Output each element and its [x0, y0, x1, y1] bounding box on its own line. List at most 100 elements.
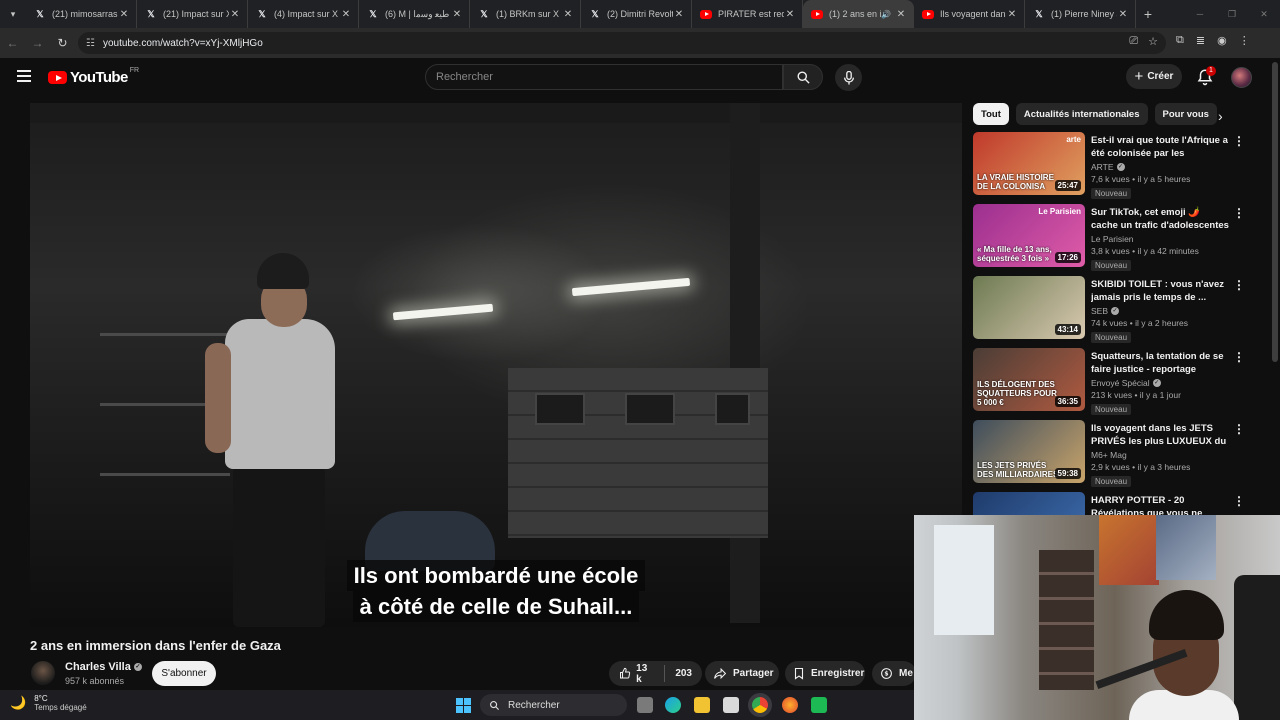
webcam-poster [1156, 515, 1216, 580]
task-view-icon[interactable] [637, 697, 653, 713]
weather-widget[interactable]: 🌙 8°C Temps dégagé [10, 694, 87, 712]
close-tab-icon[interactable]: ✕ [229, 9, 241, 20]
browser-tab[interactable]: 𝕏 (1) BRKm sur X ✕ [470, 0, 581, 28]
channel-avatar[interactable] [31, 661, 55, 685]
youtube-logo[interactable]: YouTube FR [48, 67, 139, 86]
extensions-icon[interactable]: ⧉ [1176, 34, 1184, 47]
create-button[interactable]: + Créer [1126, 64, 1182, 89]
share-button[interactable]: Partager [705, 661, 779, 686]
bookmark-star-icon[interactable]: ☆ [1148, 35, 1158, 48]
minimize-button[interactable]: ─ [1184, 0, 1216, 28]
recommended-channel[interactable]: M6+ Mag [1091, 450, 1127, 460]
subscribe-button[interactable]: S'abonner [152, 661, 216, 686]
file-explorer-icon[interactable] [694, 697, 710, 713]
chrome-icon[interactable] [752, 697, 768, 713]
close-tab-icon[interactable]: ✕ [895, 9, 907, 20]
recommended-video-title[interactable]: Est-il vrai que toute l'Afrique a été co… [1091, 134, 1229, 160]
recommended-video-title[interactable]: Ils voyagent dans les JETS PRIVÉS les pl… [1091, 422, 1229, 448]
reload-button[interactable]: ↻ [50, 36, 75, 50]
taskbar-search[interactable]: Rechercher [480, 694, 627, 716]
more-options-icon[interactable]: ⋮ [1233, 494, 1245, 508]
cast-icon[interactable]: ⎚ [1129, 35, 1138, 48]
recommended-video[interactable]: LES JETS PRIVÉS DES MILLIARDAIRES 59:38 Il… [973, 420, 1245, 487]
close-tab-icon[interactable]: ✕ [451, 9, 463, 20]
recommended-channel[interactable]: SEB ✓ [1091, 306, 1120, 316]
more-options-icon[interactable]: ⋮ [1233, 350, 1245, 364]
video-player[interactable]: Ils ont bombardé une école à côté de cel… [30, 103, 962, 627]
reading-list-icon[interactable]: ≣ [1196, 34, 1205, 47]
recommended-channel[interactable]: Envoyé Spécial ✓ [1091, 378, 1161, 388]
browser-tab[interactable]: 𝕏 (21) mimosarrasin ✕ [26, 0, 137, 28]
recommended-video[interactable]: Le Parisien « Ma fille de 13 ans, séquest… [973, 204, 1245, 271]
new-tab-button[interactable]: + [1136, 6, 1160, 22]
channel-name[interactable]: Charles Villa ✓ [65, 661, 142, 673]
thanks-button[interactable]: $ Me [872, 661, 916, 686]
youtube-play-icon [48, 71, 67, 84]
browser-tab[interactable]: (1) 2 ans en im🔊 ✕ [803, 0, 914, 28]
recommended-video-title[interactable]: Sur TikTok, cet emoji 🌶️ cache un trafic… [1091, 206, 1229, 232]
recommended-channel[interactable]: Le Parisien [1091, 234, 1134, 244]
browser-tab[interactable]: Ils voyagent dans ✕ [914, 0, 1025, 28]
profile-icon[interactable]: ◉ [1217, 34, 1227, 47]
browser-tab[interactable]: 𝕏 (1) Pierre Niney a ✕ [1025, 0, 1136, 28]
recommended-video-title[interactable]: Squatteurs, la tentation de se faire jus… [1091, 350, 1229, 376]
account-avatar[interactable] [1231, 67, 1252, 88]
scrollbar[interactable] [1272, 62, 1278, 362]
recommended-channel[interactable]: ARTE ✓ [1091, 162, 1125, 172]
recommended-video-title[interactable]: SKIBIDI TOILET : vous n'avez jamais pris… [1091, 278, 1229, 304]
browser-tab[interactable]: 𝕏 (4) Impact sur X ✕ [248, 0, 359, 28]
close-tab-icon[interactable]: ✕ [784, 9, 796, 20]
tab-search-button[interactable]: ▾ [0, 0, 26, 28]
dislike-button[interactable]: 203 [665, 668, 702, 679]
more-options-icon[interactable]: ⋮ [1233, 206, 1245, 220]
filter-chip[interactable]: Actualités internationales [1015, 103, 1148, 125]
speaker-icon[interactable]: 🔊 [881, 10, 891, 19]
video-meta: 74 k vues • il y a 2 heures [1091, 318, 1188, 328]
youtube-header: YouTube FR + Créer 1 [0, 58, 1280, 100]
recommended-video[interactable]: arte LA VRAIE HISTOIRE DE LA COLONISA 25:4… [973, 132, 1245, 199]
back-button[interactable]: ← [0, 36, 25, 50]
recommended-video[interactable]: ILS DÉLOGENT DES SQUATTEURS POUR 5 000 €… [973, 348, 1245, 415]
more-options-icon[interactable]: ⋮ [1233, 278, 1245, 292]
video-thumbnail[interactable]: LES JETS PRIVÉS DES MILLIARDAIRES 59:38 [973, 420, 1085, 483]
edge-browser-icon[interactable] [665, 697, 681, 713]
browser-tab[interactable]: 𝕏 (21) Impact sur X ✕ [137, 0, 248, 28]
filter-chip[interactable]: Tout [973, 103, 1009, 125]
search-input[interactable] [436, 71, 782, 83]
browser-tab[interactable]: 𝕏 (6) M | ﻿ﻃﻴﻌ ﻭﺳﻣﺍ ✕ [359, 0, 470, 28]
close-tab-icon[interactable]: ✕ [562, 9, 574, 20]
more-options-icon[interactable]: ⋮ [1233, 422, 1245, 436]
like-button[interactable]: 13 k [609, 663, 666, 685]
browser-tab[interactable]: 𝕏 (2) Dimitri Revolt ✕ [581, 0, 692, 28]
video-thumbnail[interactable]: Le Parisien « Ma fille de 13 ans, séquest… [973, 204, 1085, 267]
save-button[interactable]: Enregistrer [785, 661, 865, 686]
voice-search-button[interactable] [835, 64, 862, 91]
video-thumbnail[interactable]: ILS DÉLOGENT DES SQUATTEURS POUR 5 000 €… [973, 348, 1085, 411]
recommended-video[interactable]: 43:14 SKIBIDI TOILET : vous n'avez jamais… [973, 276, 1245, 343]
more-options-icon[interactable]: ⋮ [1233, 134, 1245, 148]
menu-icon[interactable] [17, 70, 31, 82]
video-thumbnail[interactable]: 43:14 [973, 276, 1085, 339]
new-badge: Nouveau [1091, 476, 1132, 487]
app-icon[interactable] [811, 697, 827, 713]
browser-menu-icon[interactable]: ⋮ [1239, 34, 1250, 47]
save-label: Enregistrer [811, 668, 865, 679]
address-bar[interactable]: ☷ youtube.com/watch?v=xYj-XMljHGo ⎚ ☆ [78, 32, 1166, 54]
close-tab-icon[interactable]: ✕ [673, 9, 685, 20]
video-thumbnail[interactable]: arte LA VRAIE HISTOIRE DE LA COLONISA 25:4… [973, 132, 1085, 195]
filter-chip[interactable]: Pour vous [1154, 103, 1217, 125]
close-tab-icon[interactable]: ✕ [1117, 9, 1129, 20]
store-icon[interactable] [723, 697, 739, 713]
close-window-button[interactable]: ✕ [1248, 0, 1280, 28]
firefox-icon[interactable] [782, 697, 798, 713]
close-tab-icon[interactable]: ✕ [340, 9, 352, 20]
forward-button[interactable]: → [25, 36, 50, 50]
windows-start-icon[interactable] [456, 698, 471, 713]
browser-tab[interactable]: PIRATER est rede✕ [692, 0, 803, 28]
chevron-right-icon[interactable]: › [1218, 108, 1223, 124]
close-tab-icon[interactable]: ✕ [118, 9, 130, 20]
close-tab-icon[interactable]: ✕ [1006, 9, 1018, 20]
restore-button[interactable]: ❐ [1216, 0, 1248, 28]
site-info-icon[interactable]: ☷ [86, 38, 95, 49]
search-button[interactable] [783, 64, 823, 90]
